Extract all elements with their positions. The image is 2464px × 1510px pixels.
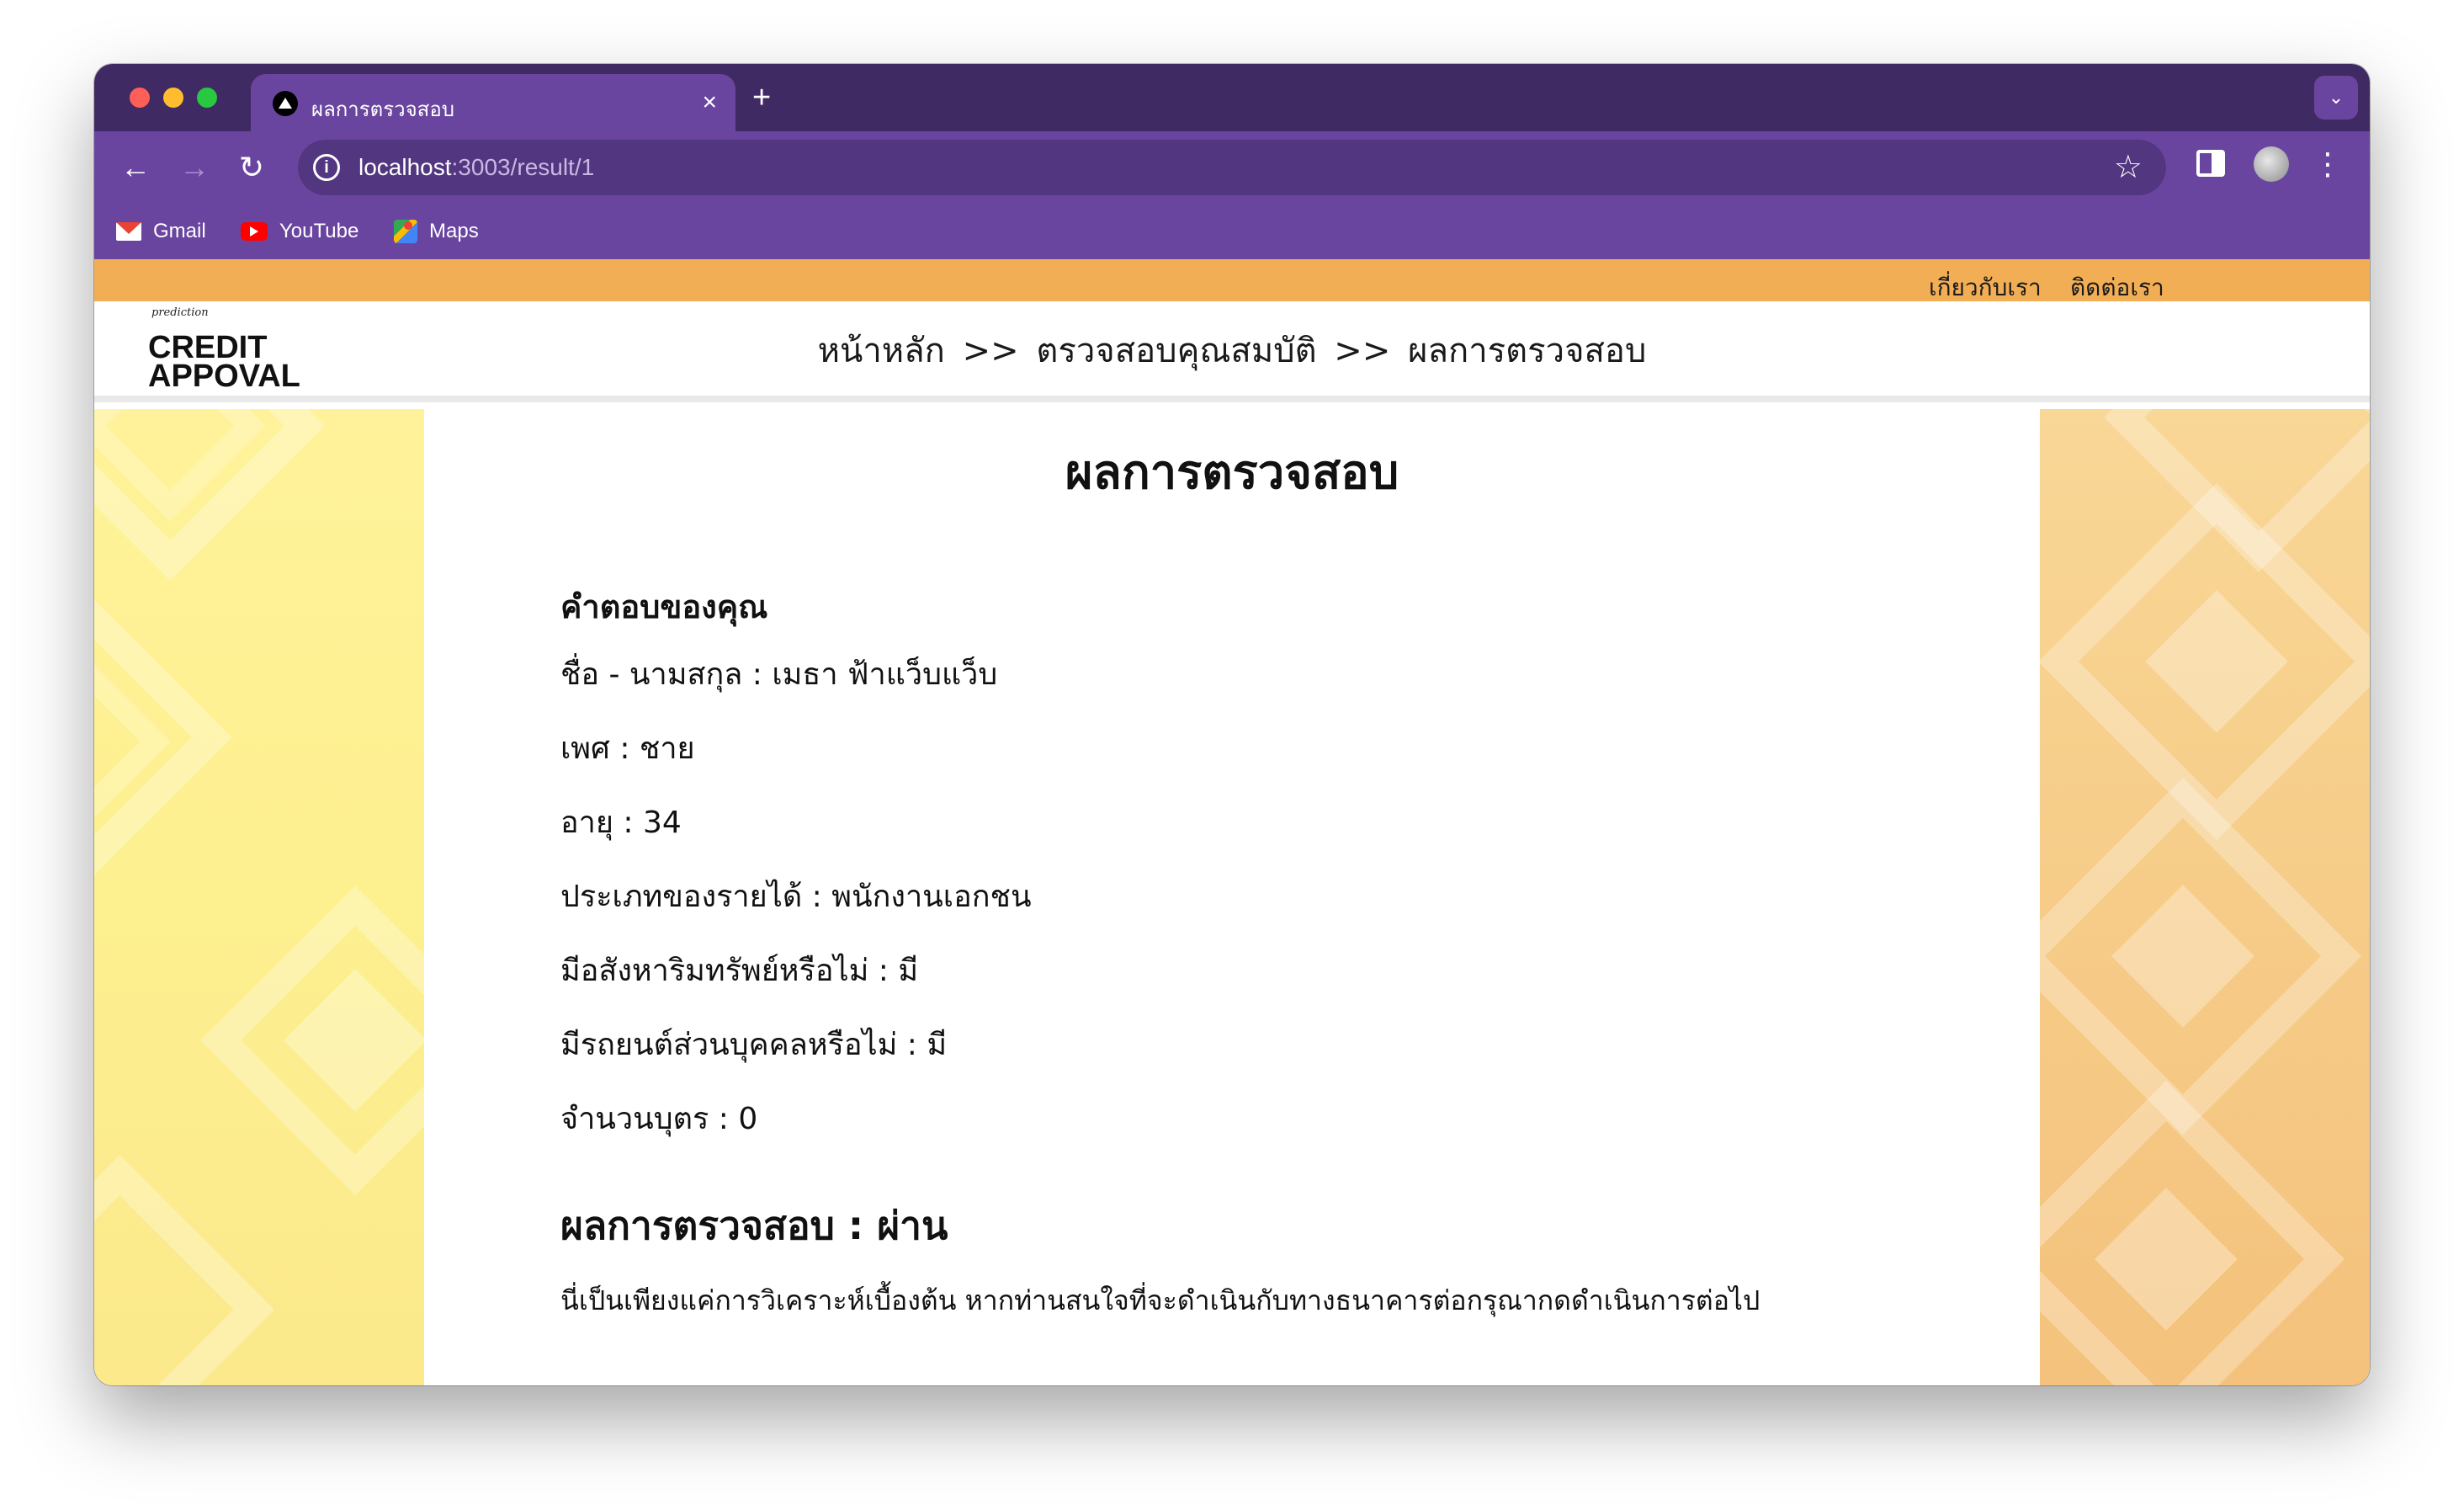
result-outcome: ผลการตรวจสอบ : ผ่าน — [560, 1203, 948, 1248]
answer-income-type: ประเภทของรายได้ : พนักงานเอกชน — [560, 880, 1032, 914]
result-card: ผลการตรวจสอบ คำตอบของคุณ ชื่อ - นามสกุล … — [424, 409, 2040, 1385]
favicon-icon — [273, 91, 298, 116]
background-pattern-left — [94, 409, 424, 1385]
gmail-icon — [116, 222, 141, 241]
new-tab-button[interactable]: + — [752, 79, 771, 116]
tab-strip: ผลการตรวจสอบ × + ⌄ — [94, 64, 2370, 131]
answer-name: ชื่อ - นามสกุล : เมธา ฟ้าแว็บแว็บ — [560, 657, 998, 692]
menu-kebab-icon[interactable]: ⋮ — [2313, 145, 2343, 183]
close-window-button[interactable] — [130, 88, 150, 108]
breadcrumb-result: ผลการตรวจสอบ — [1408, 332, 1647, 370]
youtube-icon — [241, 222, 268, 241]
reload-button[interactable]: ↻ — [231, 146, 273, 189]
logo-script-text: prediction — [151, 306, 209, 319]
disclaimer-text: นี่เป็นเพียงแค่การวิเคราะห์เบื้องต้น หาก… — [560, 1284, 1760, 1316]
answer-car: มีรถยนต์ส่วนบุคคลหรือไม่ : มี — [560, 1028, 948, 1062]
tab-search-button[interactable]: ⌄ — [2314, 76, 2358, 120]
forward-button[interactable]: → — [173, 146, 215, 189]
url-text[interactable]: localhost:3003/result/1 — [358, 154, 594, 181]
bookmark-star-icon[interactable]: ☆ — [2114, 148, 2143, 187]
tab-title: ผลการตรวจสอบ — [311, 98, 454, 121]
browser-window: ผลการตรวจสอบ × + ⌄ ← → ↻ i localhost:300… — [94, 64, 2370, 1385]
bookmark-label: YouTube — [279, 220, 359, 242]
maximize-window-button[interactable] — [197, 88, 217, 108]
bookmark-gmail[interactable]: Gmail — [116, 217, 206, 246]
minimize-window-button[interactable] — [163, 88, 183, 108]
answers-heading: คำตอบของคุณ — [560, 588, 768, 625]
close-tab-icon[interactable]: × — [702, 88, 717, 118]
breadcrumb-home[interactable]: หน้าหลัก — [818, 332, 945, 370]
breadcrumb-separator: >> — [962, 332, 1019, 370]
breadcrumb-check[interactable]: ตรวจสอบคุณสมบัติ — [1036, 332, 1316, 370]
bookmark-youtube[interactable]: YouTube — [241, 217, 358, 246]
answer-children: จำนวนบุตร : 0 — [560, 1102, 758, 1136]
top-bar: เกี่ยวกับเรา ติดต่อเรา — [94, 259, 2370, 301]
background-pattern-right — [2040, 409, 2370, 1385]
answer-property: มีอสังหาริมทรัพย์หรือไม่ : มี — [560, 954, 919, 988]
bookmark-label: Maps — [429, 220, 479, 242]
side-panel-icon[interactable] — [2196, 150, 2225, 177]
bookmarks-bar: Gmail YouTube Maps — [94, 204, 2370, 259]
tab-active[interactable]: ผลการตรวจสอบ × — [251, 74, 735, 131]
profile-avatar[interactable] — [2254, 146, 2289, 182]
site-header: prediction CREDIT APPOVAL หน้าหลัก >> ตร… — [94, 301, 2370, 402]
web-page: เกี่ยวกับเรา ติดต่อเรา prediction CREDIT… — [94, 259, 2370, 1385]
url-path: :3003/result/1 — [451, 154, 595, 180]
site-info-icon[interactable]: i — [313, 154, 340, 181]
browser-toolbar: ← → ↻ i localhost:3003/result/1 ☆ ⋮ — [94, 131, 2370, 204]
breadcrumb-separator: >> — [1334, 332, 1391, 370]
bookmark-maps[interactable]: Maps — [394, 217, 479, 246]
answer-age: อายุ : 34 — [560, 806, 682, 840]
address-bar[interactable]: i localhost:3003/result/1 ☆ — [298, 140, 2166, 195]
page-title: ผลการตรวจสอบ — [1065, 445, 1399, 500]
breadcrumb: หน้าหลัก >> ตรวจสอบคุณสมบัติ >> ผลการตรว… — [94, 323, 2370, 377]
answer-gender: เพศ : ชาย — [560, 731, 695, 766]
bookmark-label: Gmail — [153, 220, 206, 242]
back-button[interactable]: ← — [114, 146, 157, 189]
chevron-down-icon: ⌄ — [2328, 87, 2345, 108]
maps-icon — [394, 220, 417, 243]
url-host: localhost — [358, 154, 452, 180]
